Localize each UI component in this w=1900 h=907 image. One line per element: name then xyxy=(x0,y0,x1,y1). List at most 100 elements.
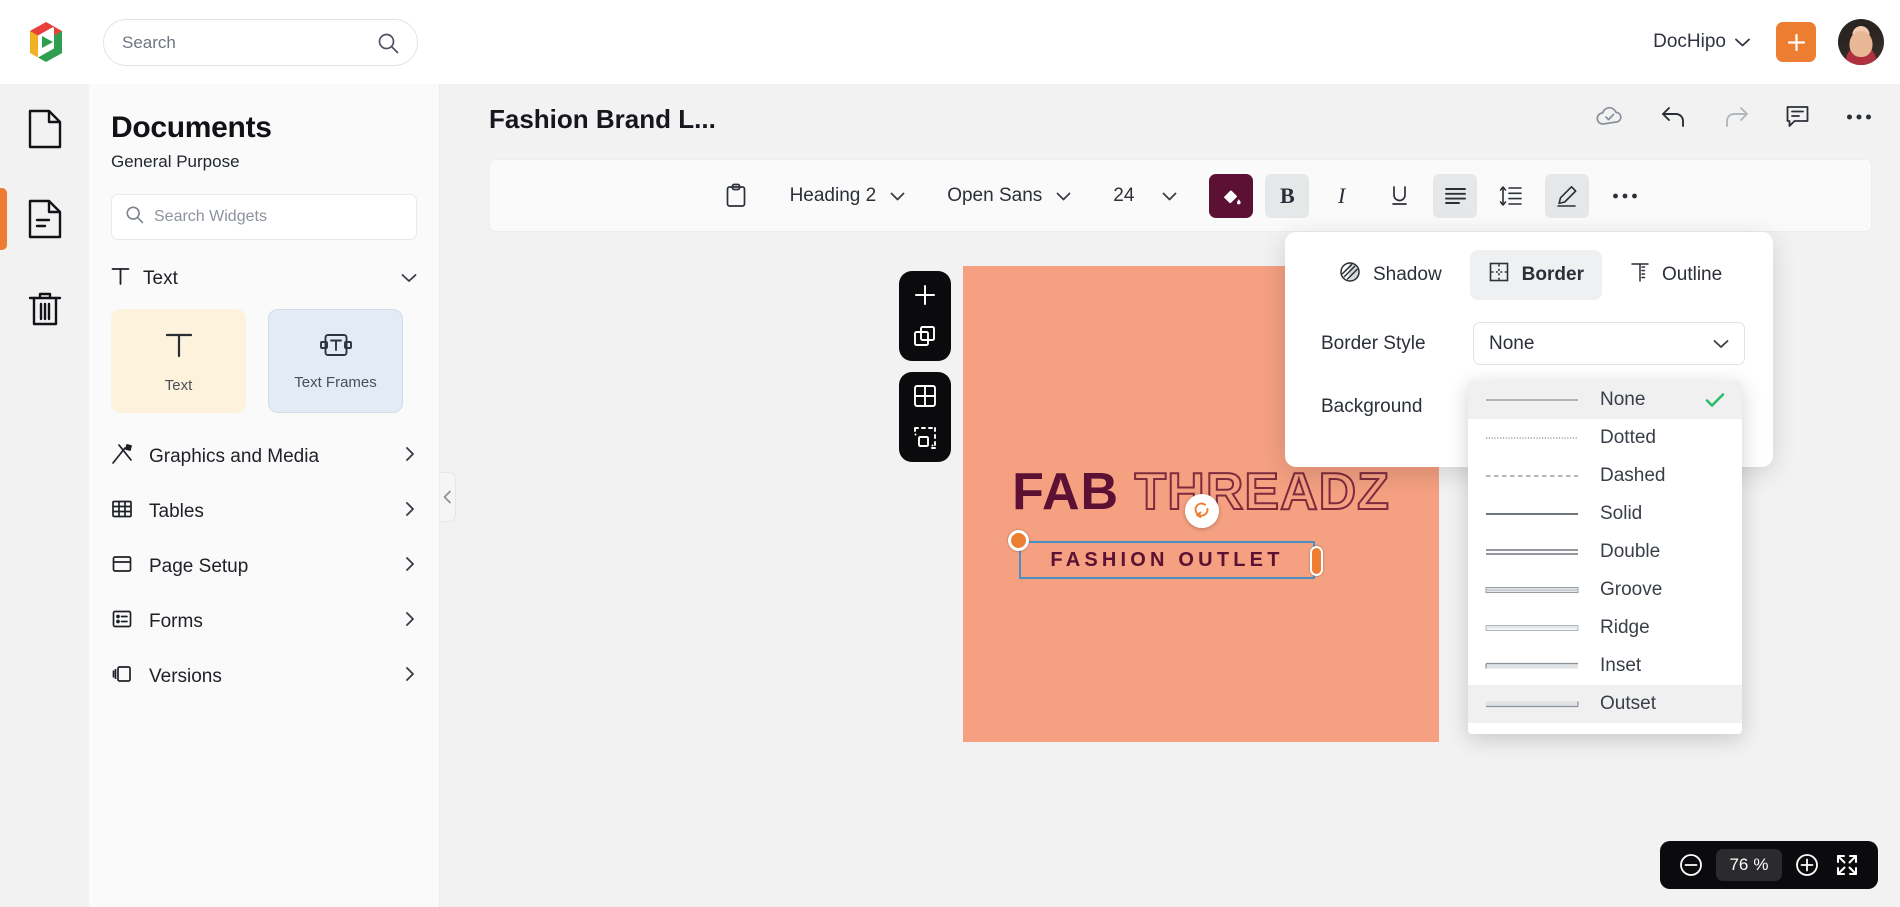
chevron-right-icon xyxy=(405,446,415,467)
line-height-button[interactable] xyxy=(1489,174,1533,218)
border-style-select[interactable]: None xyxy=(1473,322,1745,365)
zoom-out-icon[interactable] xyxy=(1674,848,1708,882)
font-size-dropdown[interactable]: 24 xyxy=(1103,174,1187,218)
dropdown-option-double[interactable]: Double xyxy=(1468,533,1742,571)
sidebar-item-trash[interactable] xyxy=(0,264,89,354)
widget-search[interactable] xyxy=(111,194,417,240)
resize-handle-right[interactable] xyxy=(1310,546,1323,576)
border-style-dropdown-list: None Dotted Dashed Solid Double Groove R… xyxy=(1468,381,1742,734)
tab-shadow-label: Shadow xyxy=(1373,264,1442,285)
panel-subtitle: General Purpose xyxy=(111,152,240,171)
left-rail xyxy=(0,84,89,907)
search-widgets-input[interactable] xyxy=(154,208,403,226)
preview-inset-icon xyxy=(1484,647,1580,685)
search-input[interactable] xyxy=(122,32,377,53)
chevron-down-icon xyxy=(1713,333,1729,355)
sidebar-item-tables[interactable]: Tables xyxy=(89,484,439,539)
tab-outline-label: Outline xyxy=(1661,264,1723,285)
redo-icon[interactable] xyxy=(1723,105,1749,129)
underline-button[interactable] xyxy=(1377,174,1421,218)
tab-border[interactable]: Border xyxy=(1469,250,1602,300)
sidebar-item-versions[interactable]: Versions xyxy=(89,649,439,704)
text-color-button[interactable] xyxy=(1209,173,1254,218)
border-icon xyxy=(1488,261,1510,289)
app-root: DocHipo xyxy=(0,0,1900,907)
font-family-dropdown[interactable]: Open Sans xyxy=(937,174,1081,218)
dropdown-option-ridge[interactable]: Ridge xyxy=(1468,609,1742,647)
rotate-handle[interactable] xyxy=(1185,494,1219,528)
duplicate-page-icon[interactable] xyxy=(912,324,938,350)
sidebar-item-forms[interactable]: Forms xyxy=(89,594,439,649)
chevron-down-icon xyxy=(1735,31,1750,53)
document-title[interactable]: Fashion Brand L... xyxy=(489,104,716,135)
text-t-icon xyxy=(111,266,130,291)
effects-button[interactable] xyxy=(1545,173,1590,218)
preview-double-icon xyxy=(1484,533,1580,571)
font-family-value: Open Sans xyxy=(947,184,1043,206)
margins-icon[interactable] xyxy=(912,425,938,451)
dropdown-option-inset[interactable]: Inset xyxy=(1468,647,1742,685)
grid-icon[interactable] xyxy=(912,383,938,409)
sidebar-item-pages[interactable] xyxy=(0,84,89,174)
zoom-in-icon[interactable] xyxy=(1790,848,1824,882)
text-style-dropdown[interactable]: Heading 2 xyxy=(780,174,916,218)
dropdown-option-groove[interactable]: Groove xyxy=(1468,571,1742,609)
subline-text: FASHION OUTLET xyxy=(1050,548,1284,571)
account-menu[interactable]: DocHipo xyxy=(1653,31,1750,53)
resize-handle-top-left[interactable] xyxy=(1008,530,1029,551)
cloud-saved-icon[interactable] xyxy=(1595,106,1625,128)
sidebar-item-graphics-and-media[interactable]: Graphics and Media xyxy=(89,429,439,484)
subline-textbox[interactable]: FASHION OUTLET xyxy=(1008,530,1323,579)
italic-button[interactable]: I xyxy=(1321,174,1365,218)
svg-text:I: I xyxy=(1337,184,1347,207)
clipboard-button[interactable] xyxy=(714,174,758,218)
tab-outline[interactable]: Outline xyxy=(1612,250,1740,300)
create-new-button[interactable] xyxy=(1776,22,1816,62)
dropdown-option-dashed[interactable]: Dashed xyxy=(1468,457,1742,495)
dropdown-option-label: None xyxy=(1600,389,1646,410)
dochipo-logo-icon[interactable] xyxy=(22,18,70,66)
panel-menu: Graphics and Media Tables Page Setup For… xyxy=(89,413,439,704)
sidebar-item-label: Versions xyxy=(149,665,222,687)
panel-collapse-handle[interactable] xyxy=(440,472,456,522)
section-text[interactable]: Text xyxy=(89,240,439,291)
border-style-value: None xyxy=(1489,332,1535,354)
bold-button[interactable]: B xyxy=(1265,173,1310,218)
widget-panel: Documents General Purpose Text xyxy=(89,84,440,907)
chevron-down-icon xyxy=(1162,185,1177,207)
more-format-button[interactable] xyxy=(1603,174,1647,218)
sidebar-item-label: Forms xyxy=(149,610,203,632)
search-icon[interactable] xyxy=(377,32,399,54)
page-tools-secondary xyxy=(899,372,951,462)
dropdown-option-none[interactable]: None xyxy=(1468,381,1742,419)
preview-dashed-icon xyxy=(1484,457,1580,495)
add-page-icon[interactable] xyxy=(912,282,938,308)
headline-solid: FAB xyxy=(1012,463,1120,521)
zoom-value: 76 xyxy=(1729,855,1749,874)
global-search[interactable] xyxy=(103,19,418,66)
sidebar-item-label: Graphics and Media xyxy=(149,445,320,467)
undo-icon[interactable] xyxy=(1661,105,1687,129)
dropdown-option-label: Dashed xyxy=(1600,465,1666,486)
graphics-media-icon xyxy=(111,443,133,470)
more-options-icon[interactable] xyxy=(1846,113,1872,121)
sidebar-item-page-setup[interactable]: Page Setup xyxy=(89,539,439,594)
fullscreen-icon[interactable] xyxy=(1830,848,1864,882)
tab-border-label: Border xyxy=(1521,264,1584,285)
dropdown-option-label: Solid xyxy=(1600,503,1643,524)
widget-card-text-frames[interactable]: Text Frames xyxy=(268,309,403,413)
account-label: DocHipo xyxy=(1653,31,1726,52)
tab-shadow[interactable]: Shadow xyxy=(1321,250,1460,300)
widget-card-text[interactable]: Text xyxy=(111,309,246,413)
sidebar-item-documents[interactable] xyxy=(0,174,89,264)
text-t-icon xyxy=(162,328,196,367)
top-right-actions: DocHipo xyxy=(1653,0,1884,84)
user-avatar[interactable] xyxy=(1838,19,1884,65)
comment-icon[interactable] xyxy=(1785,104,1810,129)
align-button[interactable] xyxy=(1433,173,1478,218)
dropdown-option-dotted[interactable]: Dotted xyxy=(1468,419,1742,457)
zoom-level[interactable]: 76 % xyxy=(1716,849,1782,881)
dropdown-option-solid[interactable]: Solid xyxy=(1468,495,1742,533)
sidebar-item-label: Tables xyxy=(149,500,204,522)
dropdown-option-outset[interactable]: Outset xyxy=(1468,685,1742,723)
